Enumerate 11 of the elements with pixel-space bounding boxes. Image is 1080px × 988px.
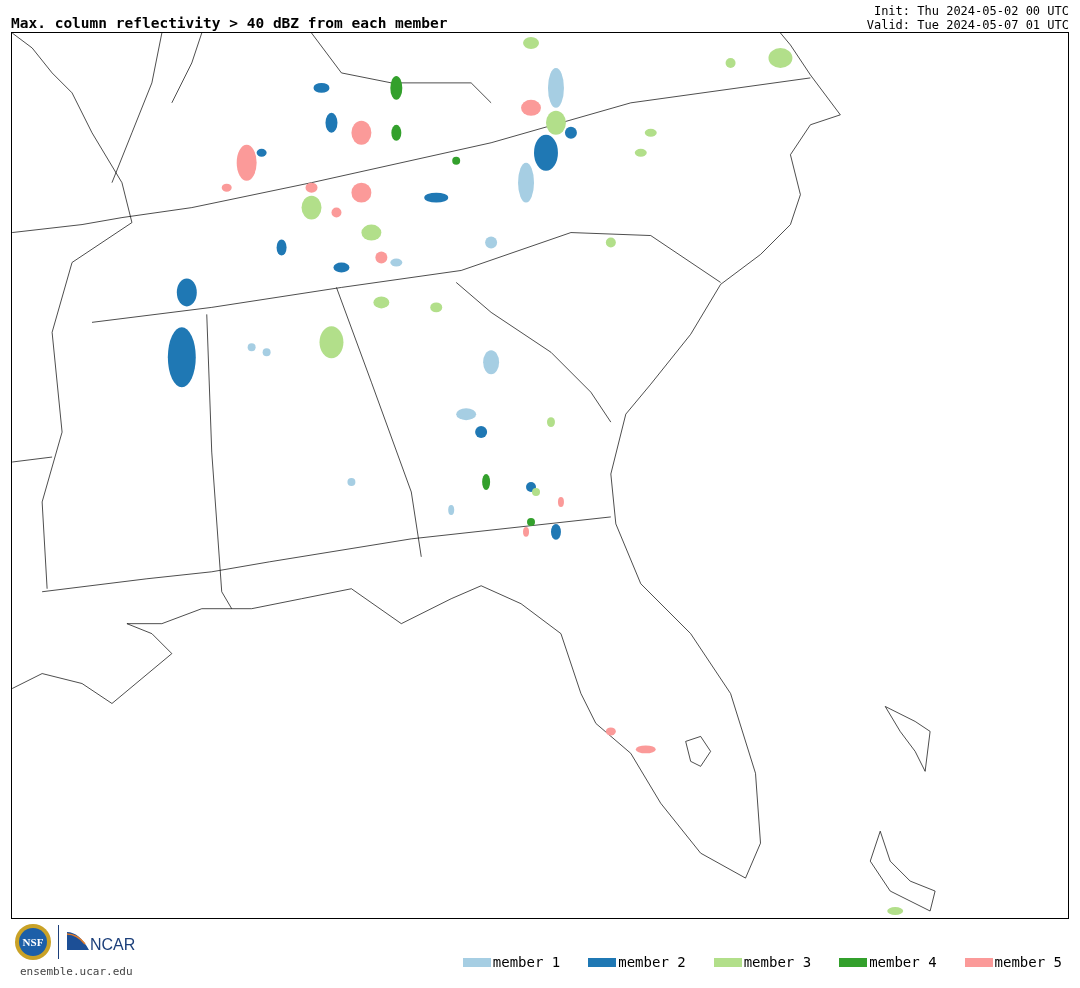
init-time: Init: Thu 2024-05-02 00 UTC: [873, 4, 1069, 18]
nsf-logo: NSF: [14, 923, 52, 961]
legend-label: member 3: [743, 954, 812, 970]
chart-title: Max. column reflectivity > 40 dBZ from each member: [11, 14, 448, 32]
website-url: ensemble.ucar.edu: [19, 965, 134, 978]
legend-label: member 5: [994, 954, 1062, 970]
legend-label: member 1: [492, 954, 561, 970]
legend-label: member 2: [618, 954, 686, 970]
valid-time: Valid: Tue 2024-05-07 01 UTC: [866, 18, 1069, 32]
legend-label: member 4: [869, 954, 937, 970]
ncar-logo: NCAR: [65, 930, 141, 954]
